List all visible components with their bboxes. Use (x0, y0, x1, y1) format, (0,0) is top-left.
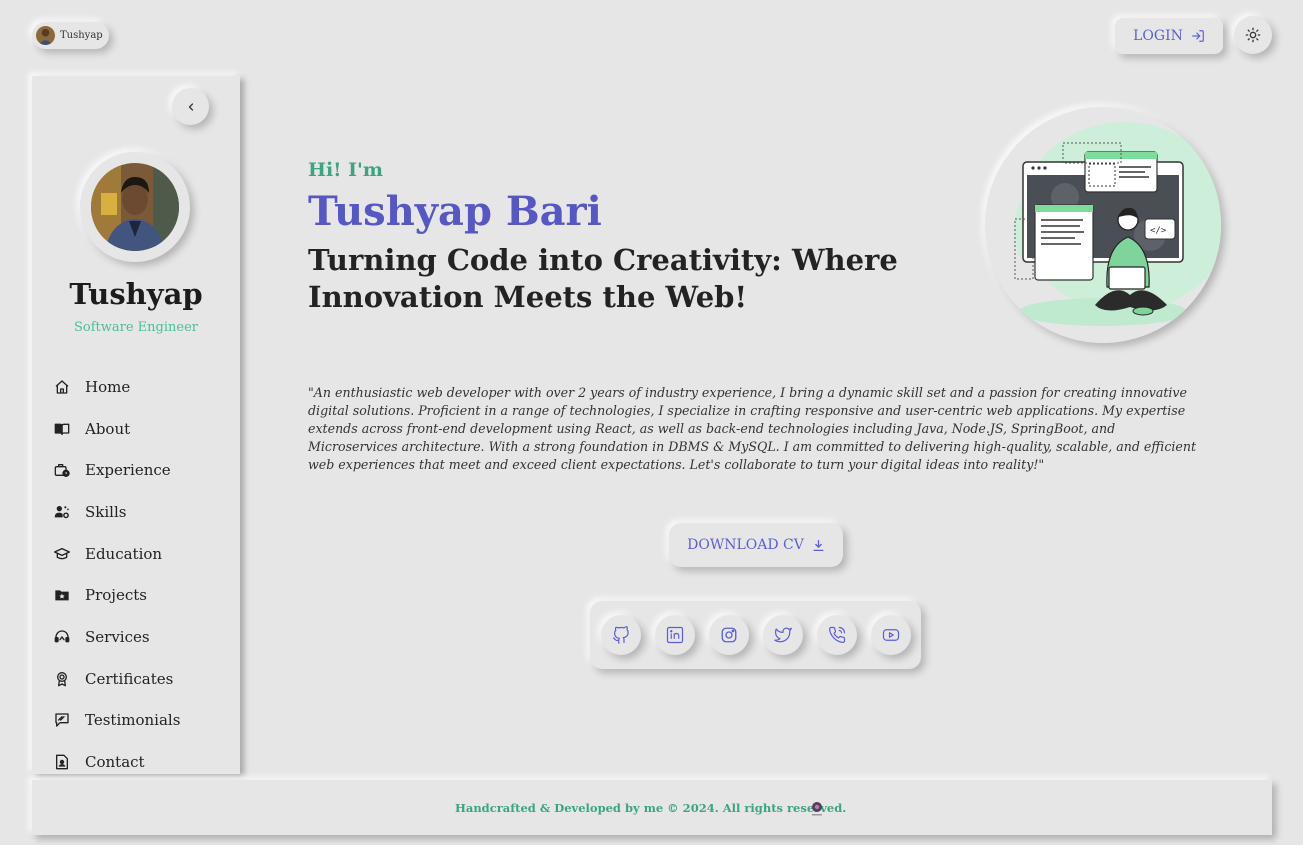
sidebar-item-projects[interactable]: Projects (54, 574, 234, 616)
download-cv-button[interactable]: DOWNLOAD CV (669, 523, 843, 567)
instagram-link[interactable] (709, 615, 749, 655)
sidebar-item-label: Experience (85, 461, 171, 480)
graduation-cap-icon (54, 547, 70, 559)
sidebar-item-label: Testimonials (85, 711, 181, 730)
login-icon (1192, 30, 1204, 42)
linkedin-link[interactable] (655, 615, 695, 655)
footer-logo-icon (812, 802, 822, 816)
sidebar-name: Tushyap (69, 277, 203, 311)
book-icon (54, 423, 70, 435)
profile-photo (80, 152, 190, 262)
home-icon (55, 380, 69, 394)
youtube-icon (882, 629, 900, 641)
user-gear-icon (54, 505, 69, 519)
hero-greeting: Hi! I'm (308, 159, 383, 181)
user-chip[interactable]: Tushyap (32, 22, 109, 49)
hero-name: Tushyap Bari (308, 188, 602, 235)
sidebar-item-about[interactable]: About (54, 408, 234, 450)
phone-icon (828, 626, 846, 644)
award-icon (57, 671, 67, 686)
headset-icon (54, 630, 70, 643)
download-icon (813, 539, 824, 551)
sidebar-item-certificates[interactable]: Certificates (54, 658, 234, 700)
sidebar-item-label: Projects (85, 586, 147, 605)
sidebar-item-label: About (85, 419, 131, 438)
hero-illustration: </> (985, 107, 1221, 343)
footer-text: Handcrafted & Developed by me © 2024. Al… (455, 801, 847, 815)
sidebar-item-label: Contact (85, 753, 145, 772)
login-button[interactable]: LOGIN (1115, 18, 1223, 54)
footer: Handcrafted & Developed by me © 2024. Al… (32, 780, 1272, 835)
sidebar-item-label: Skills (85, 502, 127, 521)
sidebar-item-education[interactable]: Education (54, 533, 234, 575)
sidebar-item-label: Services (85, 627, 150, 646)
sun-icon (1245, 27, 1261, 43)
youtube-link[interactable] (871, 615, 911, 655)
contact-file-icon (56, 754, 68, 770)
hero-tagline: Turning Code into Creativity: Where Inno… (308, 243, 898, 314)
sidebar-item-testimonials[interactable]: Testimonials (54, 700, 234, 742)
user-chip-name: Tushyap (60, 30, 103, 41)
sidebar-item-experience[interactable]: Experience (54, 449, 234, 491)
sidebar-collapse-button[interactable] (172, 88, 209, 125)
briefcase-clock-icon (54, 464, 70, 478)
sidebar-item-label: Home (85, 377, 131, 396)
sidebar-item-label: Education (85, 544, 163, 563)
github-icon (612, 626, 629, 644)
twitter-icon (774, 627, 792, 643)
sidebar-item-label: Certificates (85, 669, 174, 688)
folder-star-icon (55, 590, 69, 601)
user-avatar (36, 26, 55, 45)
sidebar-item-contact[interactable]: Contact (54, 741, 234, 783)
github-link[interactable] (601, 615, 641, 655)
linkedin-icon (666, 626, 684, 644)
sidebar-item-services[interactable]: Services (54, 616, 234, 658)
theme-toggle-button[interactable] (1234, 16, 1272, 54)
sidebar-role: Software Engineer (73, 320, 198, 335)
login-label: LOGIN (1133, 28, 1183, 44)
twitter-link[interactable] (763, 615, 803, 655)
sidebar-item-skills[interactable]: Skills (54, 491, 234, 533)
svg-text:</>: </> (1150, 226, 1167, 236)
sidebar: Tushyap Software Engineer Home About Exp… (32, 76, 240, 774)
social-links-bar (590, 601, 921, 669)
phone-link[interactable] (817, 615, 857, 655)
instagram-icon (721, 627, 737, 643)
chevron-left-icon (188, 102, 193, 111)
hero-bio: "An enthusiastic web developer with over… (308, 385, 1197, 472)
download-cv-label: DOWNLOAD CV (687, 537, 804, 553)
message-quote-icon (55, 713, 69, 728)
sidebar-nav: Home About Experience Skills Education P… (54, 366, 234, 783)
profile-photo-image (91, 163, 179, 251)
sidebar-item-home[interactable]: Home (54, 366, 234, 408)
